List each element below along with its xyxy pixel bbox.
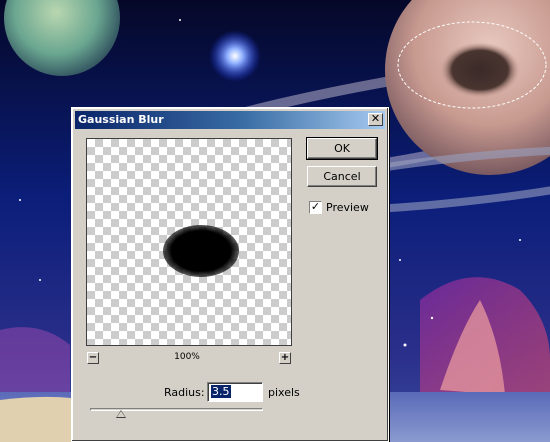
close-icon[interactable]: ✕ [368, 113, 383, 126]
cancel-button[interactable]: Cancel [307, 166, 377, 187]
blurred-shape-preview [163, 225, 239, 277]
gaussian-blur-dialog: Gaussian Blur ✕ − 100% + OK Cancel ✓ Pre… [71, 107, 389, 442]
dialog-title: Gaussian Blur [78, 113, 164, 126]
radius-input[interactable]: 3.5 [207, 382, 263, 402]
blur-preview-area[interactable] [86, 138, 292, 346]
preview-checkbox[interactable]: ✓ [309, 201, 322, 214]
zoom-in-button[interactable]: + [279, 352, 291, 364]
radius-unit-label: pixels [268, 386, 300, 399]
zoom-out-button[interactable]: − [87, 352, 99, 364]
radius-value: 3.5 [211, 385, 231, 398]
zoom-level-label: 100% [174, 352, 200, 362]
dialog-titlebar[interactable]: Gaussian Blur ✕ [75, 111, 385, 129]
preview-label: Preview [326, 201, 369, 214]
ok-button[interactable]: OK [306, 137, 378, 160]
radius-label: Radius: [164, 386, 205, 399]
radius-slider-thumb[interactable] [116, 410, 127, 418]
